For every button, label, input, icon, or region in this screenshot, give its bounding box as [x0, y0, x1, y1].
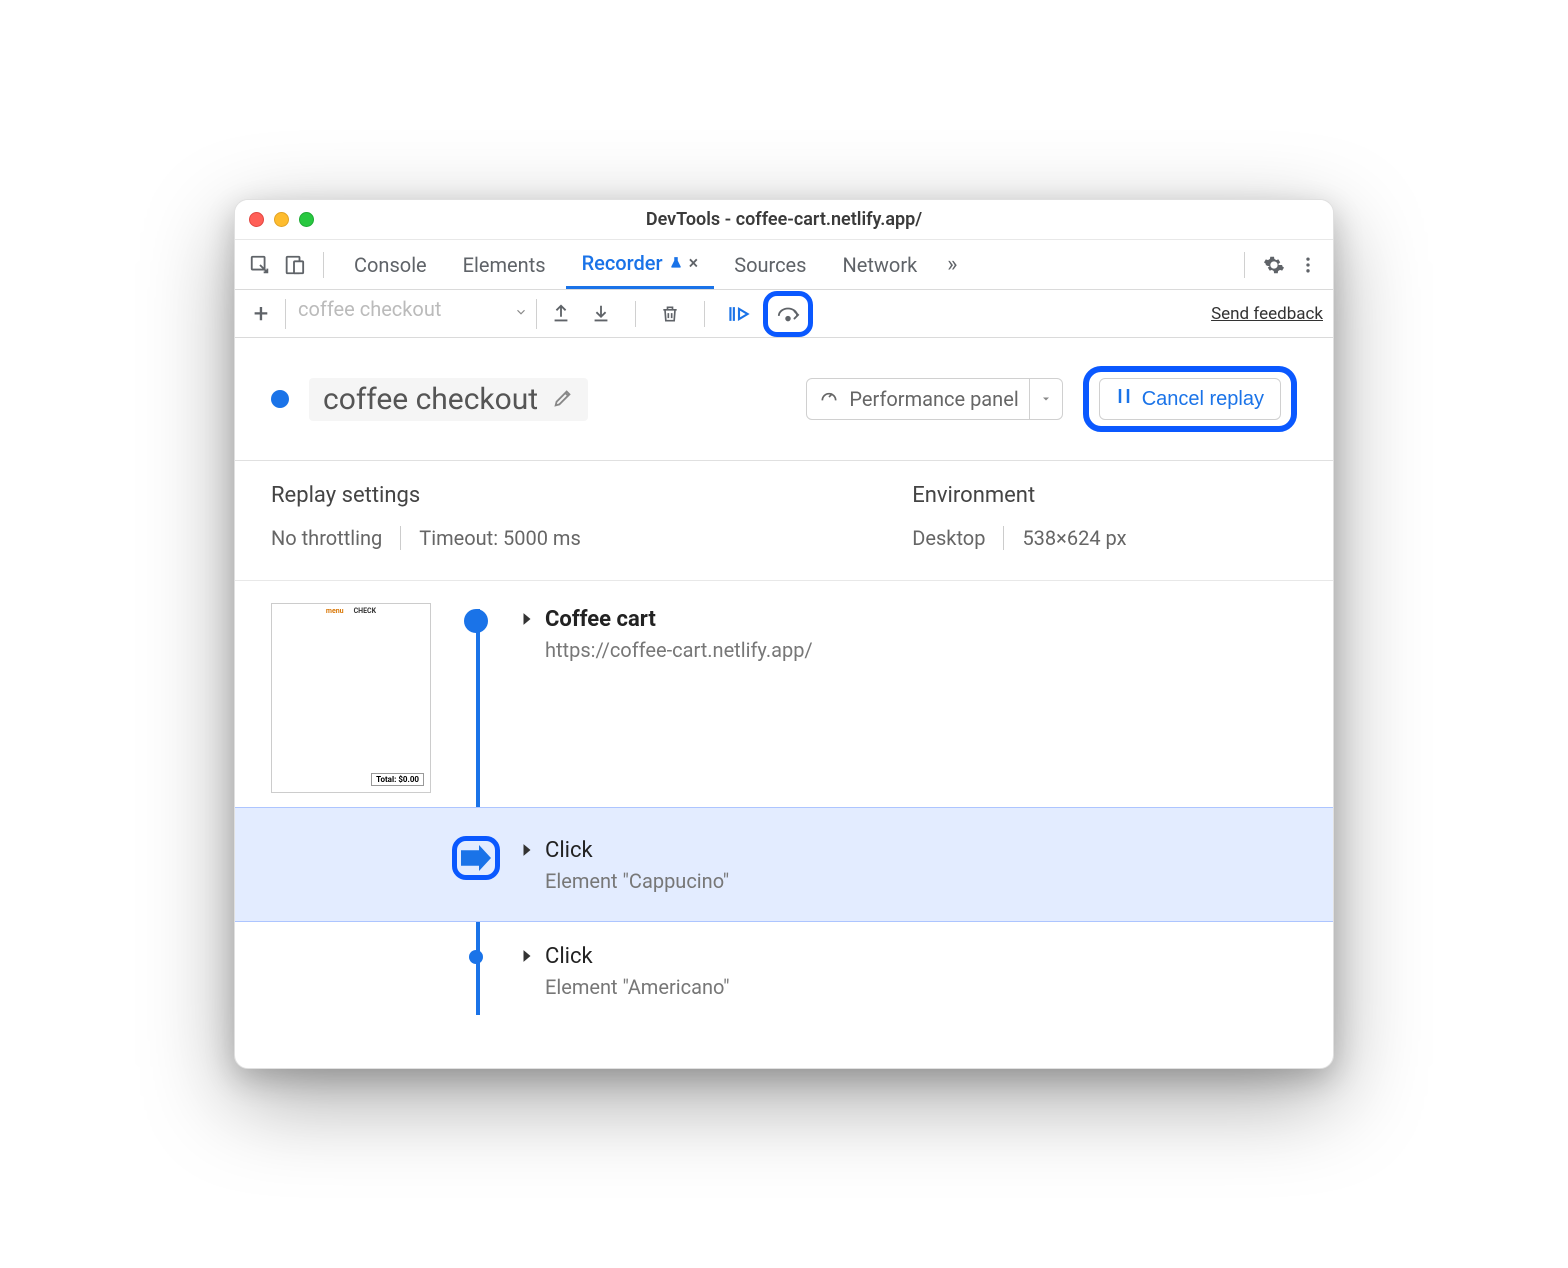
step-subtitle: Element "Americano"	[545, 973, 729, 1001]
gauge-icon	[819, 387, 839, 412]
step-row[interactable]: Click Element "Americano"	[235, 922, 1333, 1015]
performance-panel-select[interactable]: Performance panel	[806, 378, 1062, 420]
dimensions-value: 538×624 px	[1022, 526, 1126, 550]
device-toggle-icon[interactable]	[279, 250, 309, 280]
recording-selector-value: coffee checkout	[286, 297, 536, 331]
divider	[400, 526, 401, 550]
divider	[323, 252, 324, 278]
minimize-window-button[interactable]	[274, 212, 289, 227]
delete-icon[interactable]	[654, 298, 686, 330]
send-feedback-link[interactable]: Send feedback	[1211, 304, 1323, 324]
step-over-icon[interactable]	[772, 298, 804, 330]
recording-name[interactable]: coffee checkout	[309, 378, 588, 421]
divider	[635, 301, 636, 327]
cancel-replay-highlight: Cancel replay	[1083, 366, 1297, 432]
recorder-toolbar: + coffee checkout Send feedback	[235, 290, 1333, 338]
main-tabs-bar: Console Elements Recorder × Sources Netw…	[235, 240, 1333, 290]
kebab-menu-icon[interactable]	[1293, 250, 1323, 280]
expand-caret-icon[interactable]	[521, 842, 533, 895]
current-step-highlight	[452, 836, 500, 880]
export-icon[interactable]	[545, 298, 577, 330]
step-subtitle: https://coffee-cart.netlify.app/	[545, 636, 813, 664]
replay-settings-title: Replay settings	[271, 483, 912, 508]
thumbnail-total: Total: $0.00	[371, 773, 424, 786]
edit-name-icon[interactable]	[552, 382, 574, 417]
replay-icon[interactable]	[723, 298, 755, 330]
replay-settings: Replay settings No throttling Timeout: 5…	[271, 483, 912, 550]
step-thumbnail: menuCHECK Total: $0.00	[271, 603, 431, 793]
throttling-value[interactable]: No throttling	[271, 526, 382, 550]
pause-icon	[1116, 387, 1132, 411]
expand-caret-icon[interactable]	[521, 611, 533, 664]
step-title: Coffee cart	[545, 605, 813, 636]
recording-header: coffee checkout Performance panel Cancel…	[235, 338, 1333, 461]
step-row[interactable]: Click Element "Cappucino"	[235, 807, 1333, 922]
recording-status-dot	[271, 390, 289, 408]
devtools-window: DevTools - coffee-cart.netlify.app/ Cons…	[234, 199, 1334, 1069]
import-icon[interactable]	[585, 298, 617, 330]
step-subtitle: Element "Cappucino"	[545, 867, 729, 895]
window-title: DevTools - coffee-cart.netlify.app/	[646, 209, 922, 230]
tab-recorder[interactable]: Recorder ×	[566, 240, 715, 289]
settings-gear-icon[interactable]	[1259, 250, 1289, 280]
maximize-window-button[interactable]	[299, 212, 314, 227]
current-step-arrow-icon	[461, 845, 491, 871]
close-tab-icon[interactable]: ×	[689, 253, 699, 274]
tab-console[interactable]: Console	[338, 240, 443, 289]
divider	[1003, 526, 1004, 550]
step-title: Click	[545, 836, 729, 867]
timeline-marker-dot	[469, 950, 483, 964]
step-row[interactable]: menuCHECK Total: $0.00 Coffee cart https…	[235, 581, 1333, 807]
tab-sources[interactable]: Sources	[718, 240, 822, 289]
timeline-marker-dot	[464, 609, 488, 633]
new-recording-button[interactable]: +	[245, 298, 277, 330]
timeout-value[interactable]: Timeout: 5000 ms	[419, 526, 581, 550]
flask-icon	[669, 251, 683, 275]
cancel-replay-label: Cancel replay	[1142, 388, 1264, 411]
cancel-replay-button[interactable]: Cancel replay	[1099, 378, 1281, 420]
tab-elements[interactable]: Elements	[447, 240, 562, 289]
tab-network[interactable]: Network	[826, 240, 933, 289]
step-title: Click	[545, 942, 729, 973]
inspect-element-icon[interactable]	[245, 250, 275, 280]
environment-title: Environment	[912, 483, 1297, 508]
environment-settings: Environment Desktop 538×624 px	[912, 483, 1297, 550]
device-value: Desktop	[912, 526, 985, 550]
recording-selector[interactable]: coffee checkout	[285, 299, 537, 329]
traffic-lights	[249, 212, 314, 227]
steps-area: menuCHECK Total: $0.00 Coffee cart https…	[235, 581, 1333, 1068]
more-tabs-icon[interactable]: »	[937, 250, 967, 280]
titlebar: DevTools - coffee-cart.netlify.app/	[235, 200, 1333, 240]
performance-panel-label: Performance panel	[849, 387, 1018, 411]
close-window-button[interactable]	[249, 212, 264, 227]
chevron-down-icon	[1029, 379, 1052, 419]
divider	[1244, 252, 1245, 278]
expand-caret-icon[interactable]	[521, 948, 533, 1001]
step-over-highlight	[763, 291, 813, 337]
recording-name-text: coffee checkout	[323, 382, 538, 417]
settings-row: Replay settings No throttling Timeout: 5…	[235, 461, 1333, 581]
divider	[704, 301, 705, 327]
tab-recorder-label: Recorder	[582, 251, 663, 275]
